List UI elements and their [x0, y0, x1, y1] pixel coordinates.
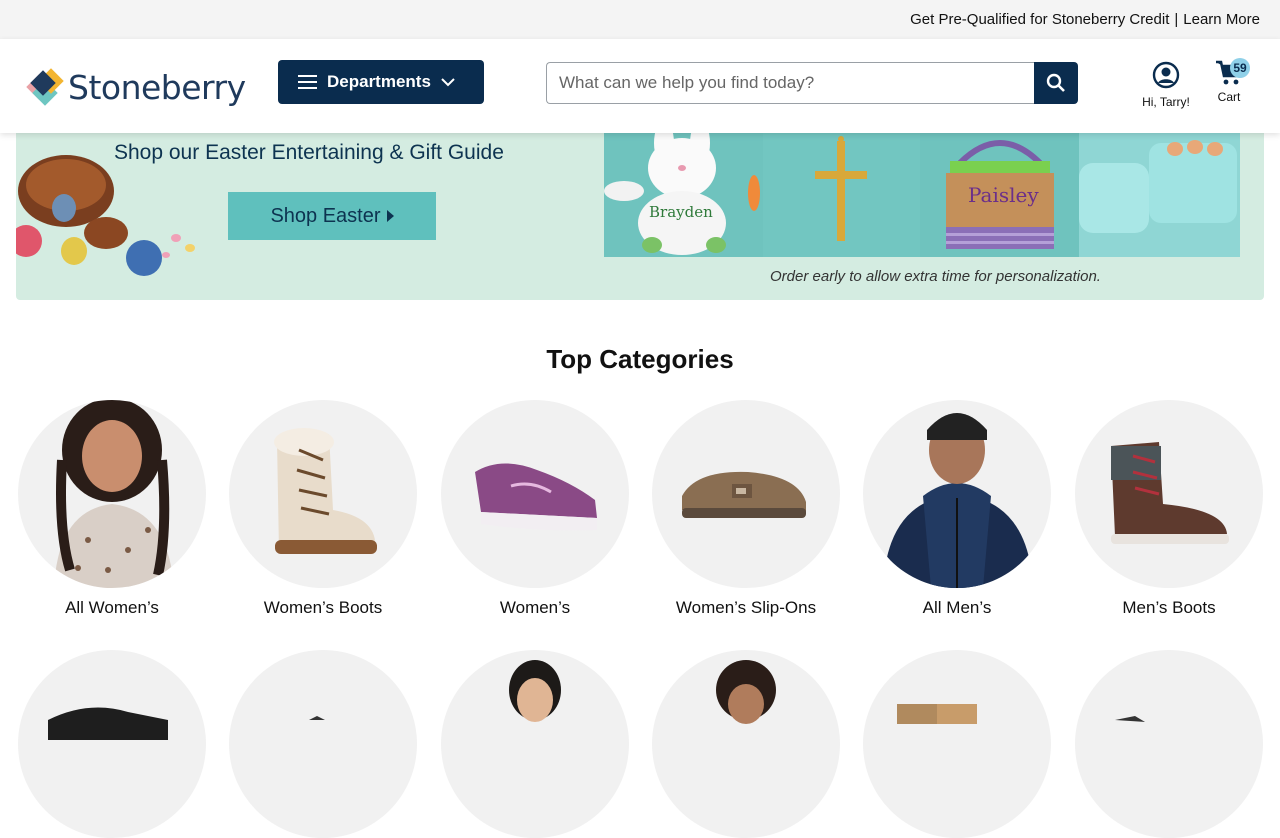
basket-name-text: Paisley	[968, 183, 1039, 207]
stoneberry-logo[interactable]: Stoneberry	[24, 65, 260, 109]
category-image-row2-1	[18, 650, 206, 838]
category-image-all-womens	[18, 400, 206, 588]
category-image-row2-6	[1075, 650, 1263, 838]
hero-subtitle: Shop our Easter Entertaining & Gift Guid…	[114, 141, 504, 164]
category-all-womens[interactable]: All Women’s	[18, 400, 206, 618]
bunny-name-text: Brayden	[649, 203, 713, 221]
caret-right-icon	[386, 210, 394, 222]
search-icon	[1046, 73, 1065, 92]
category-image-all-mens	[863, 400, 1051, 588]
category-womens-slip-ons[interactable]: Women’s Slip-Ons	[652, 400, 840, 618]
category-label: Women’s	[499, 598, 571, 617]
plush-bunny-illustration	[604, 133, 760, 255]
category-row2-3[interactable]	[441, 650, 629, 838]
category-image-mens-boots	[1075, 400, 1263, 588]
shop-easter-label: Shop Easter	[270, 204, 381, 227]
category-row2-5[interactable]	[863, 650, 1051, 838]
category-row2-6[interactable]	[1075, 650, 1263, 838]
departments-label: Departments	[327, 72, 431, 91]
category-row2-4[interactable]	[652, 650, 840, 838]
category-image-womens-slip-ons	[652, 400, 840, 588]
top-categories-title: Top Categories	[546, 344, 734, 374]
hero-panel-bunny: Brayden	[604, 133, 763, 257]
category-mens-boots[interactable]: Men’s Boots	[1075, 400, 1263, 618]
category-label: Men’s Boots	[1122, 598, 1216, 617]
category-all-mens[interactable]: All Men’s	[863, 400, 1051, 618]
category-row2-1[interactable]	[18, 650, 206, 838]
category-image-row2-3	[441, 650, 629, 838]
site-header: Stoneberry Departments Hi, Tarry! 59 Car…	[0, 39, 1280, 133]
search-button[interactable]	[1034, 62, 1078, 104]
category-womens[interactable]: Women’s	[441, 400, 629, 618]
hero-panel-basket: Paisley	[920, 133, 1079, 257]
category-image-row2-4	[652, 650, 840, 838]
category-label: Women’s Boots	[263, 598, 383, 617]
logo-text: Stoneberry	[68, 67, 246, 107]
toaster-egg-cooker-illustration	[1079, 140, 1237, 233]
category-womens-boots[interactable]: Women’s Boots	[229, 400, 417, 618]
category-label: All Men’s	[922, 598, 992, 617]
crucifix-necklace-illustration	[815, 136, 867, 241]
category-row2-2[interactable]	[229, 650, 417, 838]
personalization-note: Order early to allow extra time for pers…	[770, 268, 1101, 285]
category-label: Women’s Slip-Ons	[675, 598, 817, 617]
account-button[interactable]: Hi, Tarry!	[1134, 61, 1198, 111]
hero-panel-crucifix	[763, 133, 920, 257]
credit-prequalify-link[interactable]: Get Pre-Qualified for Stoneberry Credit	[910, 11, 1169, 28]
category-image-womens	[441, 400, 629, 588]
category-image-womens-boots	[229, 400, 417, 588]
cart-button[interactable]: 59 Cart	[1204, 57, 1254, 107]
learn-more-link[interactable]: Learn More	[1183, 11, 1260, 28]
promo-bar: Get Pre-Qualified for Stoneberry Credit …	[0, 0, 1280, 39]
logo-mark-icon	[24, 66, 66, 108]
search-bar	[546, 62, 1078, 104]
shop-easter-button[interactable]: Shop Easter	[228, 192, 436, 240]
cart-label: Cart	[1217, 90, 1241, 104]
promo-separator: |	[1174, 11, 1179, 28]
search-input[interactable]	[546, 62, 1034, 104]
account-greeting: Hi, Tarry!	[1142, 95, 1190, 109]
category-label: All Women’s	[65, 598, 159, 617]
category-image-row2-2	[229, 650, 417, 838]
hero-panel-toaster	[1079, 133, 1240, 257]
menu-icon	[298, 75, 317, 89]
cart-count-badge: 59	[1230, 58, 1250, 78]
chevron-down-icon	[441, 77, 455, 86]
category-image-row2-5	[863, 650, 1051, 838]
user-account-icon	[1152, 61, 1180, 89]
departments-button[interactable]: Departments	[278, 60, 484, 104]
easter-hero-banner[interactable]: Shop our Easter Entertaining & Gift Guid…	[16, 133, 1264, 300]
